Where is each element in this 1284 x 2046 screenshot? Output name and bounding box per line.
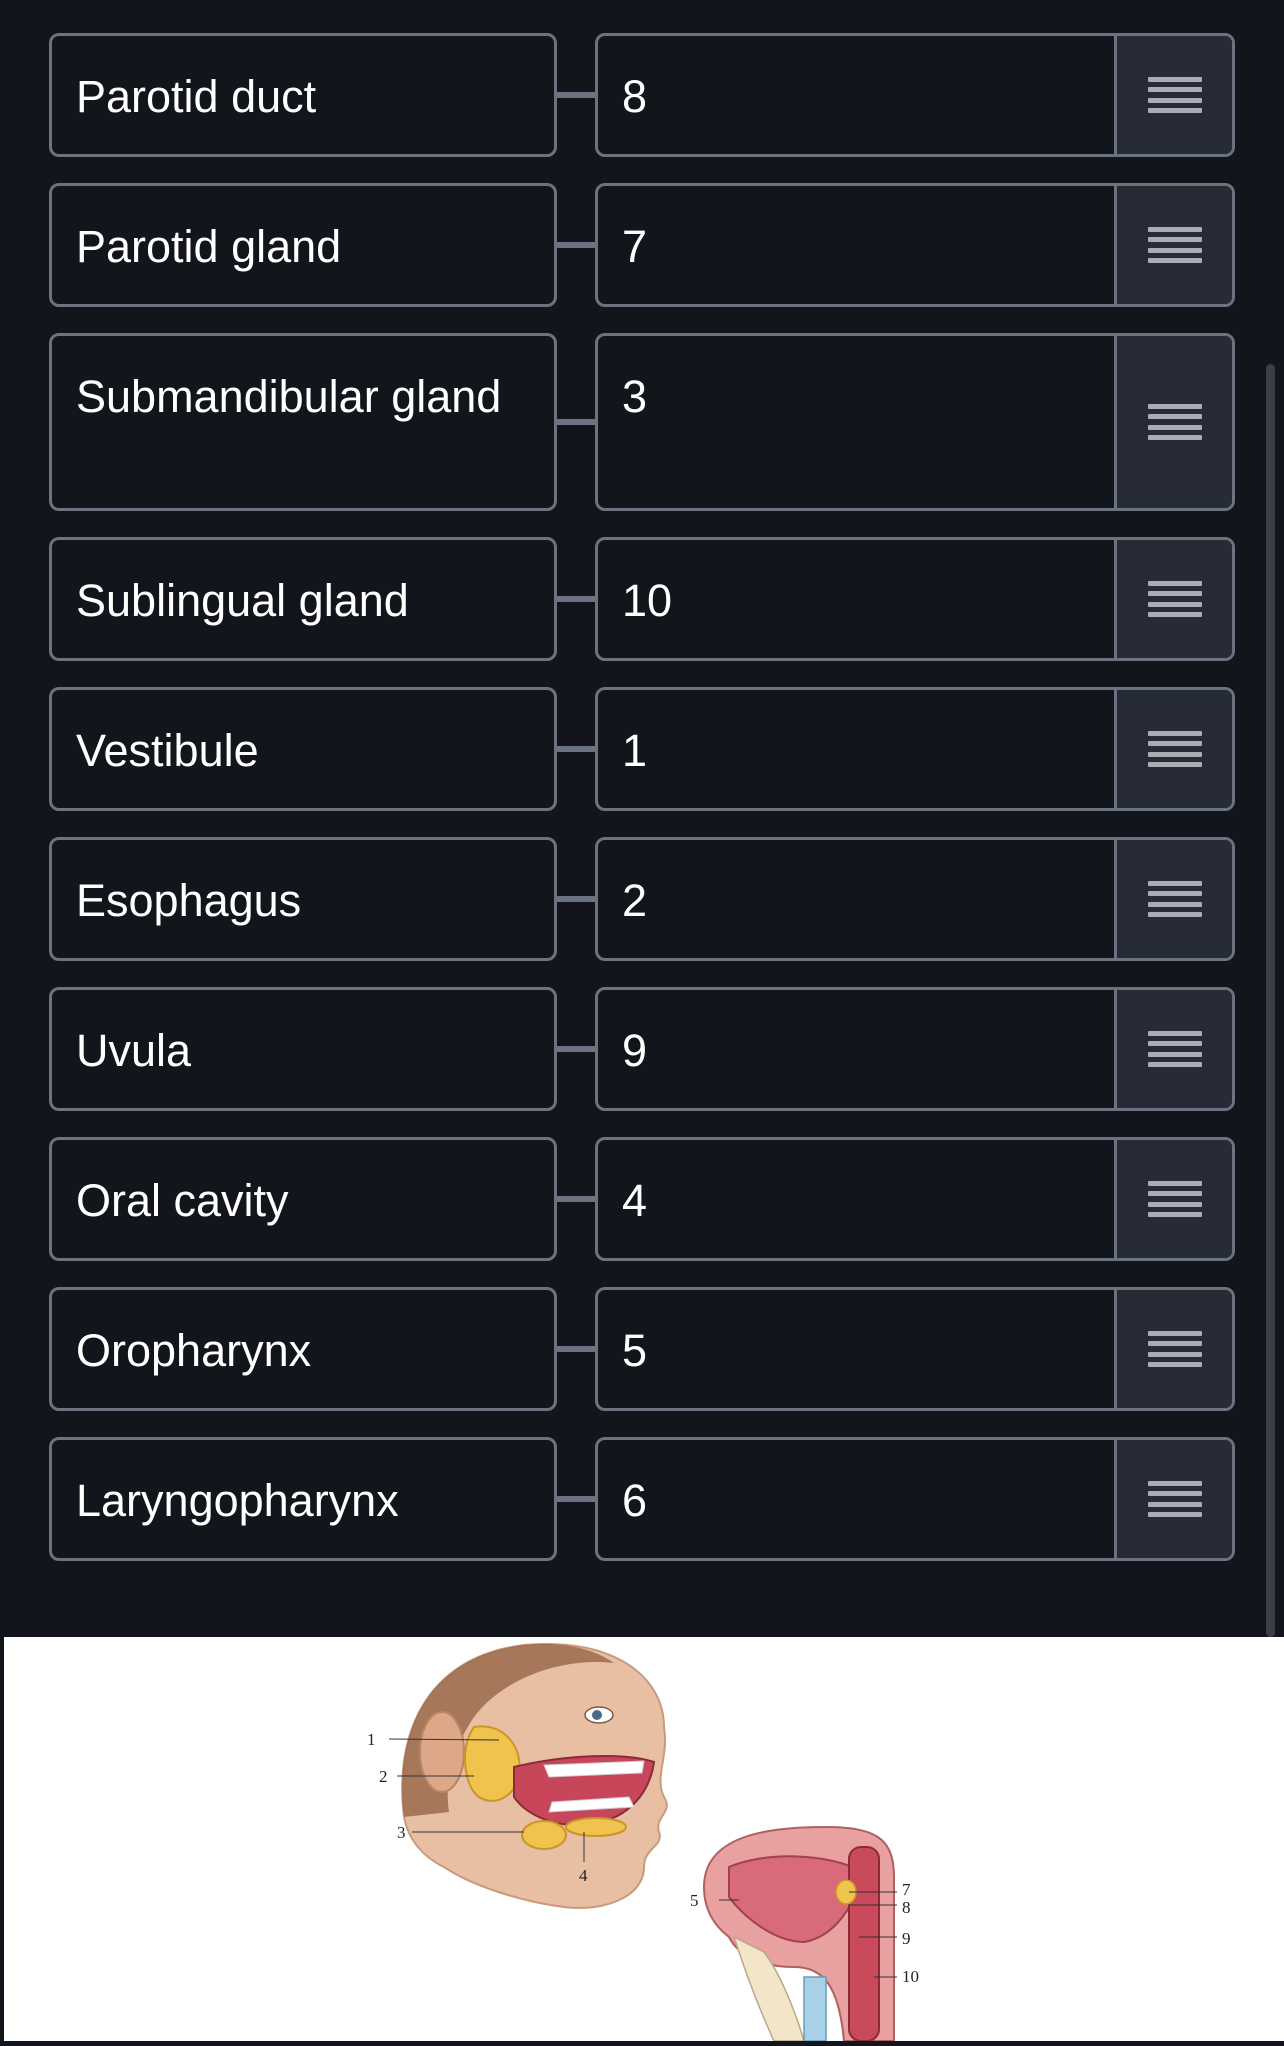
drag-handle-icon: [1147, 1181, 1202, 1217]
connector-line: [557, 242, 597, 248]
match-row: Uvula 9: [0, 987, 1284, 1111]
figure-label-8: 8: [902, 1898, 911, 1917]
connector-line: [557, 1496, 597, 1502]
drag-handle[interactable]: [1114, 540, 1232, 658]
answer-value: 7: [622, 221, 648, 272]
answer-slot[interactable]: 10: [595, 537, 1235, 661]
match-row: Oropharynx 5: [0, 1287, 1284, 1411]
answer-slot[interactable]: 8: [595, 33, 1235, 157]
figure-label-2: 2: [379, 1767, 388, 1786]
connector-line: [557, 1046, 597, 1052]
drag-handle[interactable]: [1114, 990, 1232, 1108]
drag-handle-icon: [1147, 404, 1202, 440]
drag-handle-icon: [1147, 731, 1202, 767]
drag-handle[interactable]: [1114, 690, 1232, 808]
connector-line: [557, 1196, 597, 1202]
sagittal-section-illustration: [702, 1825, 897, 2042]
answer-slot[interactable]: 4: [595, 1137, 1235, 1261]
figure-label-5: 5: [690, 1891, 699, 1910]
drag-handle[interactable]: [1114, 1440, 1232, 1558]
drag-handle[interactable]: [1114, 336, 1232, 508]
term-label: Uvula: [49, 987, 557, 1111]
answer-value: 4: [622, 1175, 648, 1226]
figure-label-1: 1: [367, 1730, 376, 1749]
digestive-anatomy-illustration: 1 2 3 4 5 7 8 9 10: [367, 1643, 919, 2042]
term-label: Sublingual gland: [49, 537, 557, 661]
connector-line: [557, 92, 597, 98]
connector-line: [557, 419, 597, 425]
figure-label-9: 9: [902, 1929, 911, 1948]
answer-slot[interactable]: 3: [595, 333, 1235, 511]
answer-value: 9: [622, 1025, 648, 1076]
connector-line: [557, 896, 597, 902]
figure-label-10: 10: [902, 1967, 919, 1986]
match-row: Submandibular gland 3: [0, 333, 1284, 511]
drag-handle-icon: [1147, 1031, 1202, 1067]
answer-value: 8: [622, 71, 648, 122]
figure-label-7: 7: [902, 1880, 911, 1899]
match-row: Oral cavity 4: [0, 1137, 1284, 1261]
drag-handle-icon: [1147, 227, 1202, 263]
drag-handle-icon: [1147, 1331, 1202, 1367]
answer-slot[interactable]: 7: [595, 183, 1235, 307]
term-label: Oral cavity: [49, 1137, 557, 1261]
match-row: Vestibule 1: [0, 687, 1284, 811]
answer-slot[interactable]: 6: [595, 1437, 1235, 1561]
answer-slot[interactable]: 5: [595, 1287, 1235, 1411]
answer-value: 6: [622, 1475, 648, 1526]
drag-handle-icon: [1147, 1481, 1202, 1517]
term-label: Laryngopharynx: [49, 1437, 557, 1561]
term-label: Parotid gland: [49, 183, 557, 307]
answer-slot[interactable]: 2: [595, 837, 1235, 961]
face-illustration: [388, 1643, 668, 1909]
drag-handle-icon: [1147, 881, 1202, 917]
match-row: Esophagus 2: [0, 837, 1284, 961]
answer-value: 5: [622, 1325, 648, 1376]
anatomy-figure: 1 2 3 4 5 7 8 9 10: [4, 1637, 1284, 2042]
connector-line: [557, 596, 597, 602]
figure-label-3: 3: [397, 1823, 406, 1842]
match-row: Sublingual gland 10: [0, 537, 1284, 661]
match-row: Parotid gland 7: [0, 183, 1284, 307]
drag-handle[interactable]: [1114, 186, 1232, 304]
answer-value: 1: [622, 725, 648, 776]
figure-label-4: 4: [579, 1866, 588, 1885]
answer-value: 3: [622, 371, 648, 422]
match-row: Parotid duct 8: [0, 33, 1284, 157]
term-label: Esophagus: [49, 837, 557, 961]
term-label: Parotid duct: [49, 33, 557, 157]
connector-line: [557, 746, 597, 752]
connector-line: [557, 1346, 597, 1352]
drag-handle[interactable]: [1114, 1140, 1232, 1258]
drag-handle-icon: [1147, 77, 1202, 113]
answer-value: 2: [622, 875, 648, 926]
drag-handle[interactable]: [1114, 36, 1232, 154]
drag-handle[interactable]: [1114, 840, 1232, 958]
match-row: Laryngopharynx 6: [0, 1437, 1284, 1561]
answer-slot[interactable]: 9: [595, 987, 1235, 1111]
answer-value: 10: [622, 575, 673, 626]
answer-slot[interactable]: 1: [595, 687, 1235, 811]
drag-handle[interactable]: [1114, 1290, 1232, 1408]
drag-handle-icon: [1147, 581, 1202, 617]
term-label: Vestibule: [49, 687, 557, 811]
term-label: Oropharynx: [49, 1287, 557, 1411]
term-label: Submandibular gland: [49, 333, 557, 511]
